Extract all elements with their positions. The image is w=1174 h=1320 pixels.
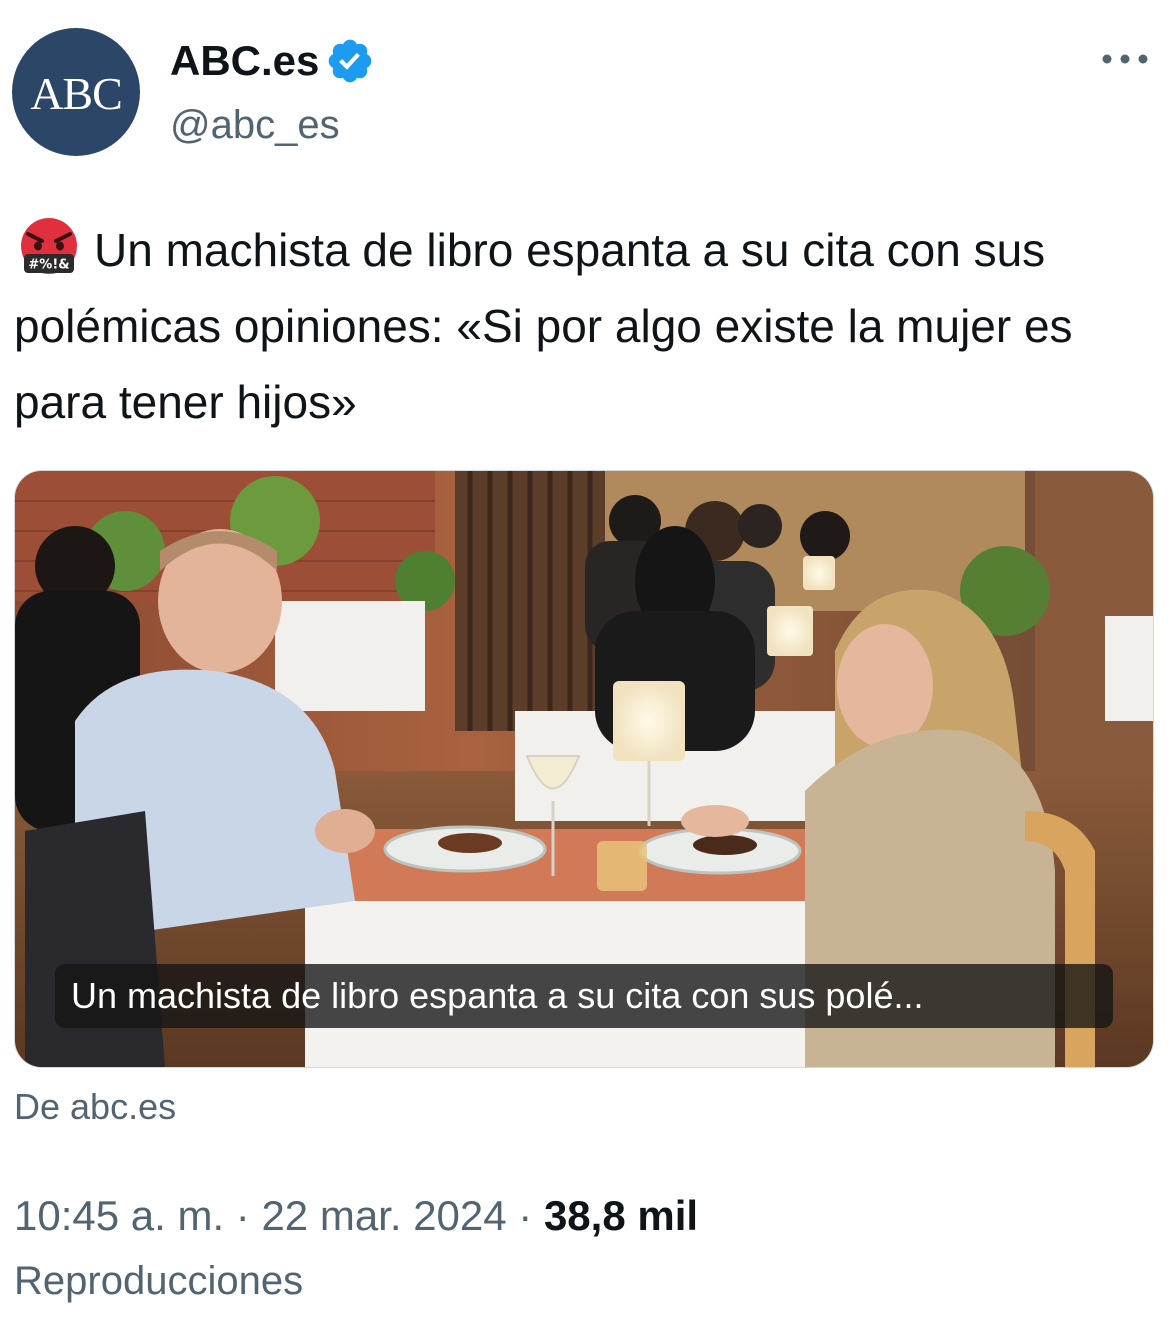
avatar[interactable]: ABC	[12, 28, 140, 156]
avatar-logo-text: ABC	[30, 67, 123, 119]
tweet-date[interactable]: 22 mar. 2024	[261, 1192, 506, 1239]
card-source-link[interactable]: De abc.es	[14, 1084, 176, 1130]
tweet-time[interactable]: 10:45 a. m.	[14, 1192, 224, 1239]
account-name-row: ABC.es	[170, 36, 375, 86]
angry-face-with-symbols-icon: #%!&	[21, 218, 77, 274]
account-name[interactable]: ABC.es	[170, 36, 319, 86]
tweet-meta: 10:45 a. m. · 22 mar. 2024 · 38,8 mil	[14, 1190, 698, 1242]
more-horizontal-icon[interactable]	[1100, 44, 1150, 74]
meta-separator: ·	[506, 1192, 544, 1239]
video-thumbnail[interactable]: Un machista de libro espanta a su cita c…	[14, 470, 1154, 1068]
views-count: 38,8 mil	[543, 1192, 699, 1239]
account-handle[interactable]: @abc_es	[170, 100, 340, 150]
emoji-symbols-text: #%!&	[28, 258, 69, 273]
views-label: Reproducciones	[14, 1259, 304, 1303]
tweet-text: #%!& Un machista de libro espanta a su c…	[14, 212, 1164, 440]
verified-badge-icon	[329, 39, 372, 83]
tweet-body: Un machista de libro espanta a su cita c…	[14, 224, 1073, 428]
meta-separator: ·	[224, 1192, 262, 1239]
video-caption: Un machista de libro espanta a su cita c…	[55, 964, 1113, 1028]
